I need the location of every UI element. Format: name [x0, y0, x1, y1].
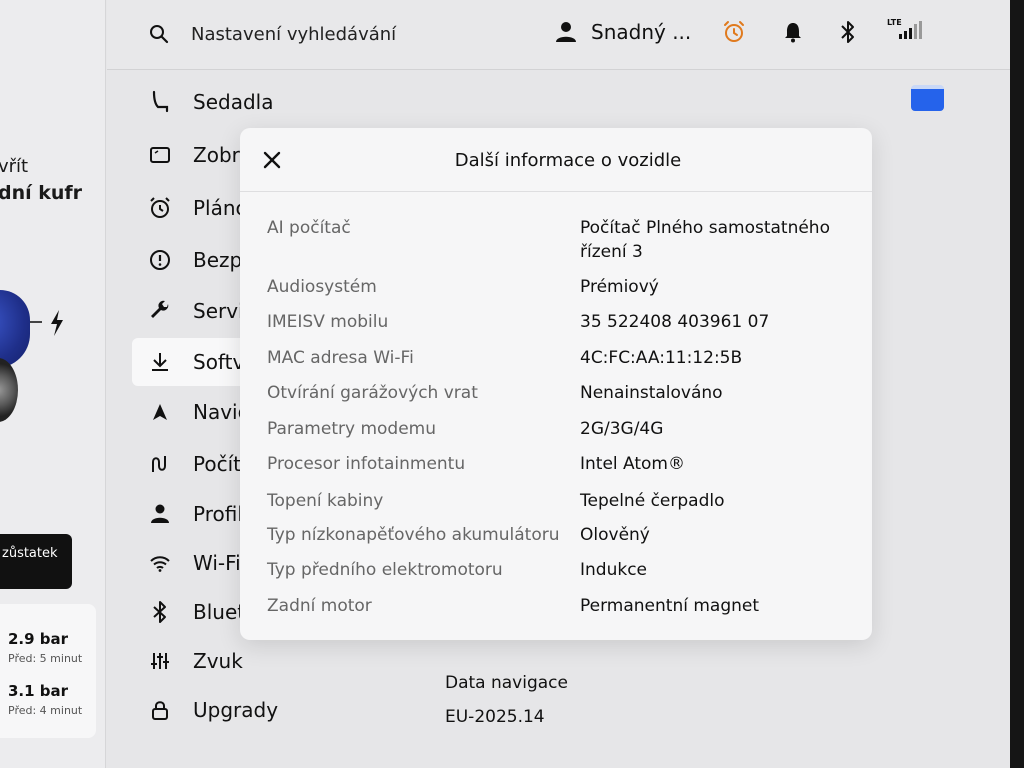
- info-value: Indukce: [580, 560, 648, 580]
- info-value: Permanentní magnet: [580, 596, 760, 616]
- car-panel: vřít dní kufr zůstatek 2.9 bar Před: 5 m…: [0, 0, 106, 768]
- menu-item-label: Bezp: [193, 248, 243, 272]
- info-value: 4C:FC:AA:11:12:5B: [580, 348, 743, 368]
- menu-item-label: Plánc: [193, 196, 247, 220]
- info-label: Audiosystém: [267, 277, 377, 297]
- wifi-icon: [150, 556, 170, 572]
- alarm-clock-icon: [150, 197, 170, 218]
- menu-item-label: Bluet: [193, 600, 246, 624]
- info-value: Nenainstalováno: [580, 383, 723, 403]
- tire-pressure-value: 2.9 bar: [8, 630, 69, 648]
- remaining-button[interactable]: zůstatek: [0, 534, 72, 589]
- tire-pressure-time: Před: 4 minut: [8, 704, 83, 717]
- seat-icon: [152, 90, 169, 113]
- info-label: Procesor infotainmentu: [267, 454, 466, 474]
- remaining-button-label: zůstatek: [2, 546, 58, 561]
- info-value: 35 522408 403961 07: [580, 312, 770, 332]
- user-icon[interactable]: [555, 21, 577, 43]
- equalizer-icon: [151, 653, 169, 669]
- info-label: Typ předního elektromotoru: [267, 560, 503, 580]
- info-label: Otvírání garážových vrat: [267, 383, 478, 403]
- info-label: MAC adresa Wi-Fi: [267, 348, 414, 368]
- menu-item-label: Počít: [193, 452, 241, 476]
- info-label: Typ nízkonapěťového akumulátoru: [267, 525, 560, 545]
- menu-item-label: Upgrady: [193, 698, 279, 722]
- info-value: Počítač Plného samostatného řízení 3: [580, 218, 830, 262]
- menu-item-label: Profil: [193, 502, 243, 526]
- info-value: Olověný: [580, 525, 650, 545]
- search-input[interactable]: Nastavení vyhledávání: [191, 24, 396, 45]
- info-value: Prémiový: [580, 277, 659, 297]
- screen-edge: [1010, 0, 1024, 768]
- car-wheel: [0, 358, 18, 422]
- info-label: Zadní motor: [267, 596, 372, 616]
- info-value: Tepelné čerpadlo: [580, 491, 725, 511]
- driver-profile-name[interactable]: Snadný ...: [591, 20, 691, 44]
- charge-port-line: [30, 321, 42, 323]
- menu-item-upgrades[interactable]: Upgrady: [132, 686, 352, 734]
- dialog-title: Další informace o vozidle: [454, 150, 682, 171]
- menu-item-label: Sedadla: [193, 90, 274, 114]
- alert-circle-icon: [150, 250, 170, 270]
- wrench-icon: [151, 300, 169, 318]
- menu-item-sound[interactable]: Zvuk: [132, 637, 352, 685]
- tire-pressure-time: Před: 5 minut: [8, 652, 83, 665]
- person-icon: [151, 504, 169, 523]
- trip-icon: [152, 456, 166, 472]
- tire-pressure-card[interactable]: 2.9 bar Před: 5 minut 3.1 bar Před: 4 mi…: [0, 604, 96, 738]
- tire-pressure-value: 3.1 bar: [8, 682, 69, 700]
- screen: vřít dní kufr zůstatek 2.9 bar Před: 5 m…: [0, 0, 1024, 768]
- keyboard-chip[interactable]: [911, 85, 944, 111]
- top-bar: Nastavení vyhledávání Snadný ... LTE: [107, 0, 1010, 70]
- navigation-arrow-icon: [153, 404, 167, 420]
- lock-icon: [152, 701, 168, 720]
- open-trunk-button[interactable]: vřít dní kufr: [0, 154, 82, 206]
- info-label: Parametry modemu: [267, 419, 436, 439]
- dialog-header: Další informace o vozidle: [240, 128, 872, 192]
- info-value: Intel Atom®: [580, 454, 685, 474]
- menu-item-label: Wi-Fi: [193, 551, 241, 575]
- navigation-data-label: Data navigace: [445, 673, 568, 693]
- menu-item-label: Servi: [193, 299, 244, 323]
- alarm-clock-icon[interactable]: [722, 20, 746, 44]
- menu-item-label: Zvuk: [193, 649, 243, 673]
- car-image: [0, 290, 30, 368]
- signal-strength-icon: [899, 21, 922, 39]
- open-trunk-line1: vřít: [0, 156, 29, 177]
- display-icon: [150, 147, 170, 163]
- bluetooth-icon: [153, 601, 166, 623]
- info-label: AI počítač: [267, 218, 351, 238]
- bell-icon[interactable]: [783, 21, 803, 43]
- menu-item-seats[interactable]: Sedadla: [132, 78, 352, 126]
- menu-item-label: Softv: [193, 350, 245, 374]
- download-icon: [152, 353, 168, 371]
- info-label: IMEISV mobilu: [267, 312, 389, 332]
- bluetooth-icon[interactable]: [839, 19, 857, 45]
- open-trunk-line2: dní kufr: [0, 182, 83, 204]
- search-icon[interactable]: [149, 24, 169, 44]
- vehicle-info-dialog: Další informace o vozidle AI počítač Poč…: [240, 128, 872, 640]
- info-label: Topení kabiny: [267, 491, 384, 511]
- info-value: 2G/3G/4G: [580, 419, 664, 439]
- lightning-bolt-icon[interactable]: [49, 310, 65, 336]
- navigation-data-value: EU-2025.14: [445, 707, 545, 727]
